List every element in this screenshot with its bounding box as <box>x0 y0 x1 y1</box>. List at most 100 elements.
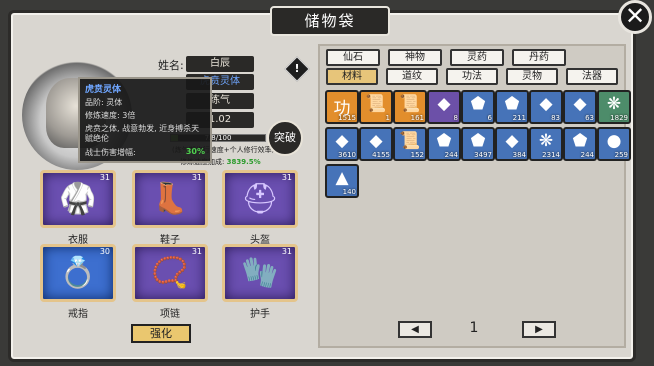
item-count: 3497 <box>474 151 492 159</box>
item-count: 384 <box>512 151 526 159</box>
note-line2-value: 3839.5% <box>226 158 261 166</box>
equip-level: 31 <box>281 173 292 182</box>
equip-label: 项链 <box>160 309 180 320</box>
inventory-slot[interactable]: ❋ 2314 <box>529 127 563 161</box>
crystal-icon: ◆ <box>539 94 553 114</box>
robe-icon: 🥋 <box>59 181 97 217</box>
boots-icon: 👢 <box>151 181 189 217</box>
crystal-icon: ◆ <box>573 94 587 114</box>
prev-page-button[interactable]: ◀ <box>398 321 432 338</box>
inventory-slot[interactable]: 📜 152 <box>393 127 427 161</box>
inventory-slot[interactable]: ⬟ 3497 <box>461 127 495 161</box>
gauntlet-icon: 🧤 <box>241 255 279 291</box>
crystal-icon: ◆ <box>437 94 451 114</box>
equip-level: 31 <box>191 173 202 182</box>
tooltip-speed: 修炼速度: 3倍 <box>85 111 136 120</box>
equip-slot-ring[interactable]: 30 💍 <box>40 244 116 302</box>
next-page-button[interactable]: ▶ <box>522 321 556 338</box>
herb-icon: ❋ <box>606 94 622 114</box>
tab-1[interactable]: 神物 <box>388 49 442 66</box>
tab-row2-4[interactable]: 法器 <box>566 68 618 85</box>
tab-row2-0[interactable]: 材料 <box>326 68 378 85</box>
item-count: 1515 <box>338 114 356 122</box>
name-label: 姓名: <box>158 59 184 72</box>
crystal-icon: ◆ <box>369 131 383 151</box>
tooltip-grade: 品阶: 灵体 <box>85 98 123 107</box>
close-button[interactable]: ✕ <box>618 0 652 34</box>
powder-icon: ▲ <box>335 168 349 188</box>
tab-row2-1[interactable]: 道纹 <box>386 68 438 85</box>
inventory-slot[interactable]: ◆ 4155 <box>359 127 393 161</box>
helmet-icon: ⛑ <box>240 181 280 217</box>
equip-level: 30 <box>99 247 110 256</box>
name-value: 白辰 <box>186 56 254 72</box>
equip-label: 戒指 <box>68 309 88 320</box>
ring-icon: 💍 <box>59 255 97 291</box>
inventory-slot[interactable]: ⬟ 211 <box>495 90 529 124</box>
scroll-icon: 📜 <box>399 94 421 114</box>
tab-row2-3[interactable]: 灵物 <box>506 68 558 85</box>
inventory-slot[interactable]: ◆ 8 <box>427 90 461 124</box>
scroll-icon: 📜 <box>399 131 421 151</box>
warning-icon-glyph: ! <box>294 62 300 75</box>
item-count: 83 <box>551 114 560 122</box>
item-count: 259 <box>614 151 628 159</box>
tab-0[interactable]: 仙石 <box>326 49 380 66</box>
equip-slot-boots[interactable]: 31 👢 <box>132 170 208 228</box>
tooltip-foot-value: 30% <box>185 147 205 156</box>
inventory-slot[interactable]: 功 1515 <box>325 90 359 124</box>
necklace-icon: 📿 <box>151 255 189 291</box>
herb-icon: ❋ <box>538 131 554 151</box>
item-count: 244 <box>580 151 594 159</box>
equip-slot-robe[interactable]: 31 🥋 <box>40 170 116 228</box>
ore-icon: ⬟ <box>436 131 452 151</box>
item-count: 1 <box>385 114 390 122</box>
inventory-slot[interactable]: ⬟ 244 <box>563 127 597 161</box>
item-count: 211 <box>512 114 526 122</box>
inventory-slot[interactable]: ◆ 83 <box>529 90 563 124</box>
item-count: 1829 <box>610 114 628 122</box>
tab-3[interactable]: 丹药 <box>512 49 566 66</box>
tab-row2-2[interactable]: 功法 <box>446 68 498 85</box>
window-title: 储物袋 <box>270 6 390 36</box>
scroll-icon: 📜 <box>365 94 387 114</box>
ore-icon: ⬟ <box>470 131 486 151</box>
tooltip-desc: 虎贲之体, 战意勃发, 近身搏杀天赋绝伦 <box>85 124 200 143</box>
ore-icon: ⬟ <box>470 94 486 114</box>
tooltip-title: 虎贲灵体 <box>85 85 122 95</box>
inventory-slot[interactable]: 📜 161 <box>393 90 427 124</box>
inventory-slot[interactable]: ◆ 384 <box>495 127 529 161</box>
orb-icon: ● <box>606 131 622 151</box>
equip-slot-gauntlet[interactable]: 31 🧤 <box>222 244 298 302</box>
inventory-slot[interactable]: ⬟ 6 <box>461 90 495 124</box>
crystal-icon: ◆ <box>505 131 519 151</box>
equip-slot-necklace[interactable]: 31 📿 <box>132 244 208 302</box>
inventory-slot[interactable]: ▲ 140 <box>325 164 359 198</box>
inventory-slot[interactable]: 📜 1 <box>359 90 393 124</box>
breakthrough-button[interactable]: 突破 <box>267 120 303 156</box>
inventory-slot[interactable]: ⬟ 244 <box>427 127 461 161</box>
ore-icon: ⬟ <box>572 131 588 151</box>
item-count: 6 <box>487 114 492 122</box>
equip-slot-helmet[interactable]: 31 ⛑ <box>222 170 298 228</box>
crystal-icon: ◆ <box>335 131 349 151</box>
item-count: 63 <box>585 114 594 122</box>
item-count: 4155 <box>372 151 390 159</box>
inventory-slot[interactable]: ● 259 <box>597 127 631 161</box>
tooltip-footer: 战士伤害增幅: 30% <box>85 147 205 158</box>
inventory-slot[interactable]: ◆ 3610 <box>325 127 359 161</box>
strengthen-button[interactable]: 强化 <box>131 324 191 343</box>
page-number: 1 <box>469 320 479 336</box>
inventory-panel: 仙石 神物 灵药 丹药 材料 道纹 功法 灵物 法器 功 1515 📜 1 📜 161 ◆ 8 ⬟ 6 ⬟ 211 ◆ 8… <box>318 44 631 348</box>
inventory-slot[interactable]: ❋ 1829 <box>597 90 631 124</box>
item-count: 244 <box>444 151 458 159</box>
item-count: 152 <box>410 151 424 159</box>
equip-level: 31 <box>191 247 202 256</box>
equip-label: 护手 <box>250 309 270 320</box>
inventory-slot[interactable]: ◆ 63 <box>563 90 597 124</box>
character-panel: 姓名: 白辰 虎贲灵体 练气 1.02 7.8/100 (炼气期修行速度+个人修… <box>22 44 310 348</box>
tab-2[interactable]: 灵药 <box>450 49 504 66</box>
item-count: 2314 <box>542 151 560 159</box>
item-count: 140 <box>342 188 356 196</box>
equip-level: 31 <box>99 173 110 182</box>
